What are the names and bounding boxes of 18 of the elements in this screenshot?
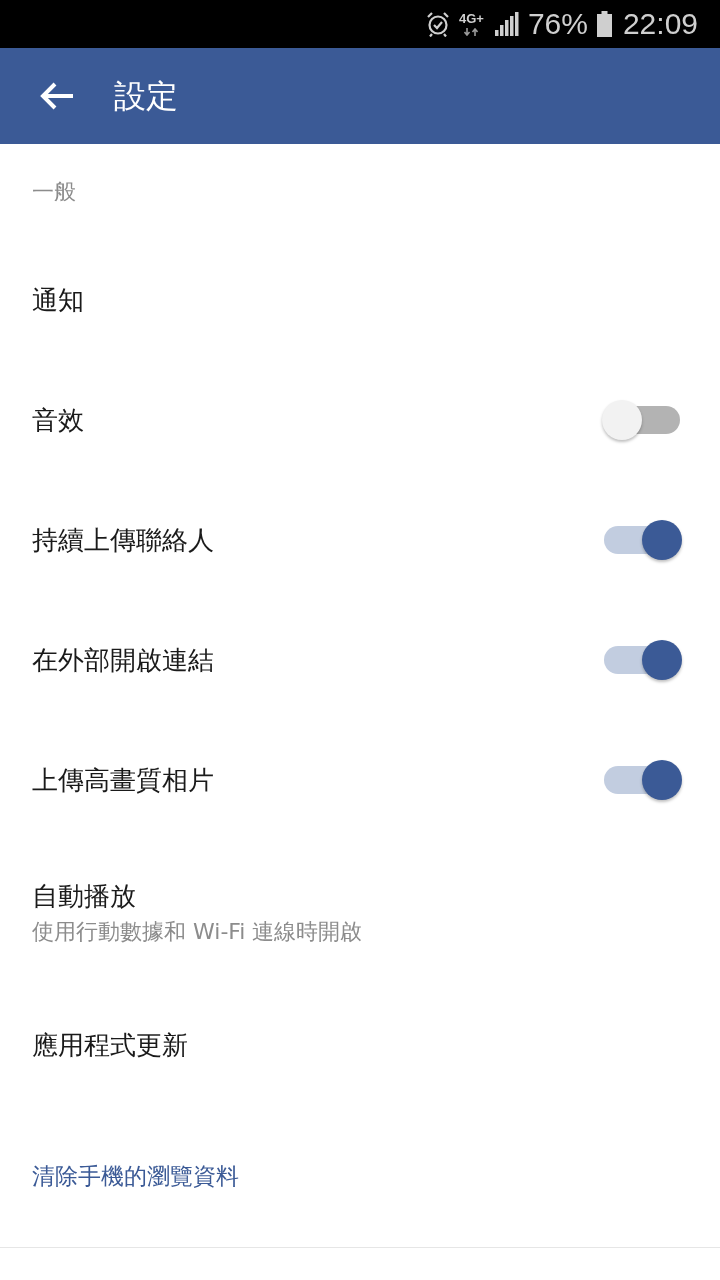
battery-percent: 76% xyxy=(527,7,588,41)
setting-label: 應用程式更新 xyxy=(32,1029,188,1062)
setting-label: 在外部開啟連結 xyxy=(32,644,214,677)
network-type-indicator: 4G+ xyxy=(458,12,484,36)
battery-icon xyxy=(596,11,612,37)
signal-bars-icon xyxy=(494,12,519,36)
clock-time: 22:09 xyxy=(622,7,698,41)
clear-data-link[interactable]: 清除手機的瀏覽資料 xyxy=(32,1161,239,1191)
setting-label: 自動播放 xyxy=(32,879,137,913)
setting-label: 上傳高畫質相片 xyxy=(32,764,214,797)
setting-label: 通知 xyxy=(32,284,84,317)
back-arrow-icon xyxy=(40,82,74,110)
setting-label: 持續上傳聯絡人 xyxy=(32,524,214,557)
setting-label: 音效 xyxy=(32,404,84,437)
setting-description: 使用行動數據和 Wi-Fi 連線時開啟 xyxy=(32,917,363,946)
section-title: 一般 xyxy=(32,178,76,206)
page-title: 設定 xyxy=(114,76,178,116)
alarm-clock-icon xyxy=(425,11,450,37)
